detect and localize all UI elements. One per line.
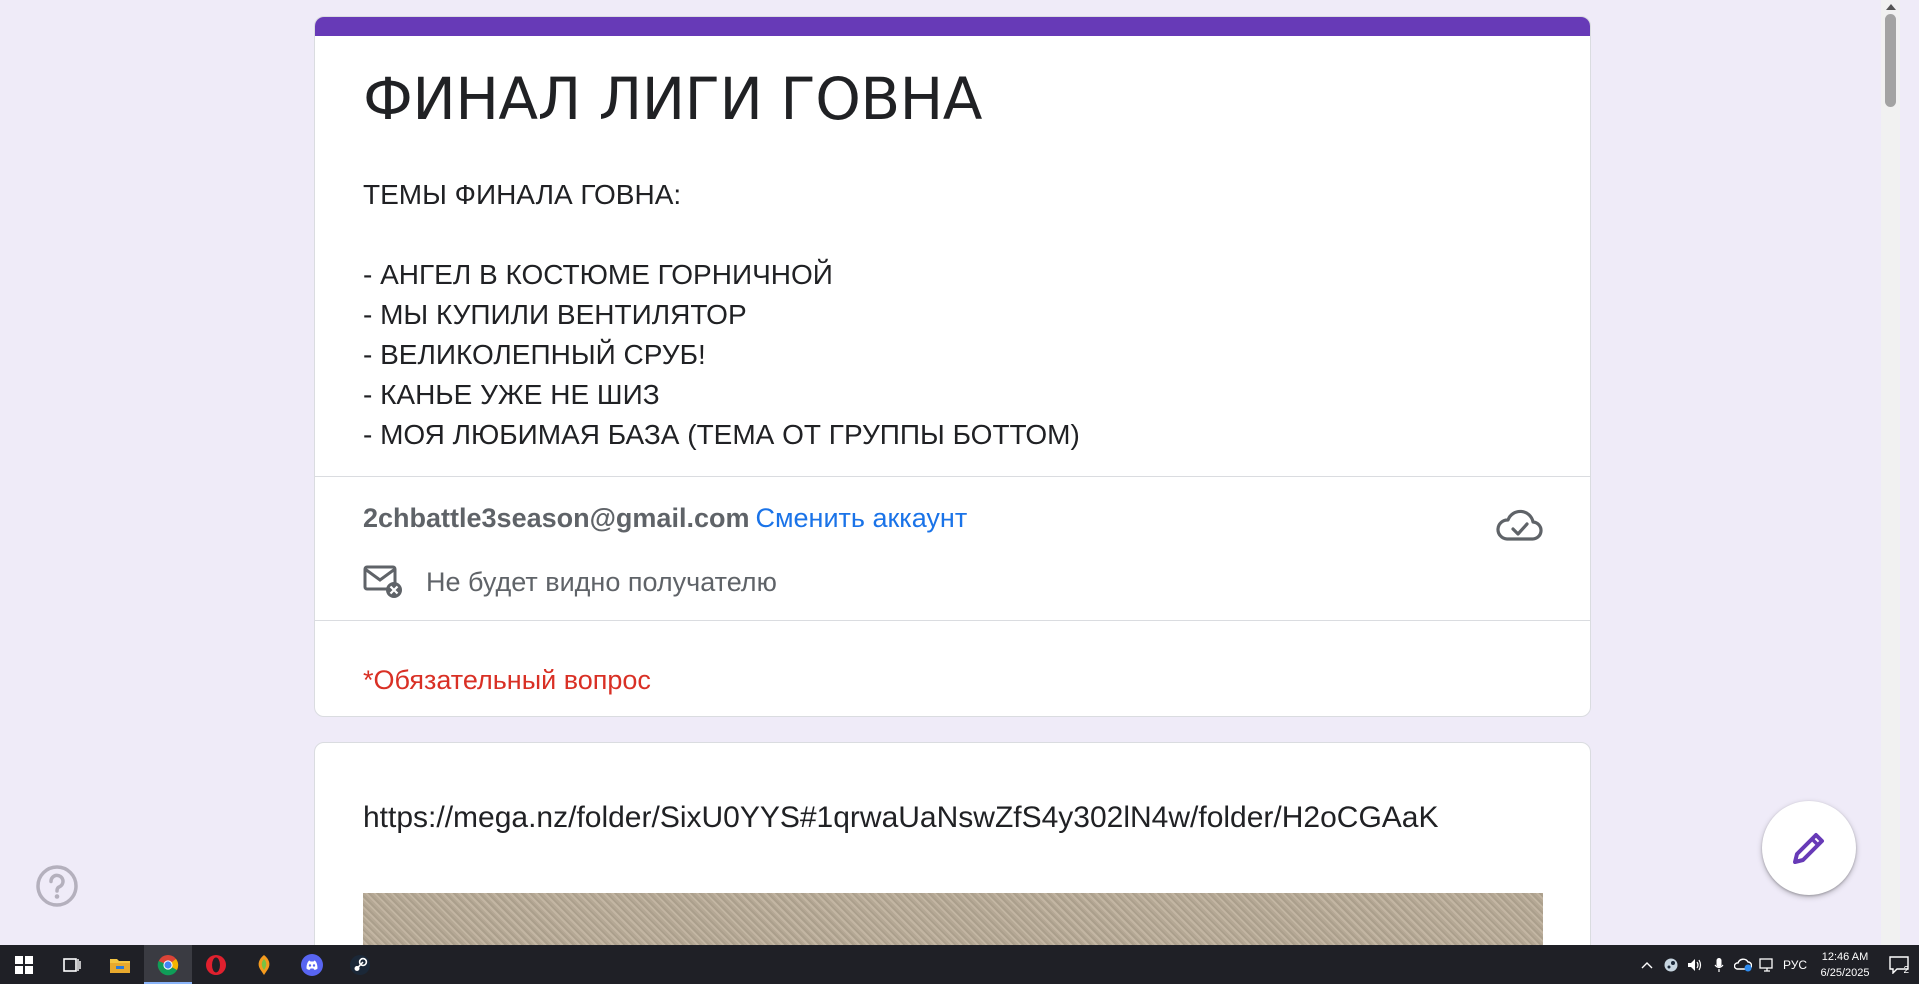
clock-time: 12:46 AM: [1821, 950, 1869, 963]
scroll-thumb[interactable]: [1885, 14, 1896, 107]
description-line: - ВЕЛИКОЛЕПНЫЙ СРУБ!: [363, 339, 706, 370]
chevron-up-icon[interactable]: [1635, 945, 1659, 984]
language-indicator[interactable]: РУС: [1779, 958, 1811, 972]
media-image: [363, 893, 1543, 945]
description-line: - КАНЬЕ УЖЕ НЕ ШИЗ: [363, 379, 660, 410]
system-tray: РУС 12:46 AM 6/25/2025 2: [1635, 945, 1919, 984]
chrome-icon[interactable]: [144, 945, 192, 984]
mega-link-text: https://mega.nz/folder/SixU0YYS#1qrwaUaN…: [363, 801, 1439, 834]
steam-tray-icon[interactable]: [1659, 945, 1683, 984]
windows-start-icon[interactable]: [0, 945, 48, 984]
description-line: - АНГЕЛ В КОСТЮМЕ ГОРНИЧНОЙ: [363, 259, 833, 290]
steam-icon[interactable]: [336, 945, 384, 984]
description-line: [363, 215, 1080, 255]
network-icon[interactable]: [1755, 945, 1779, 984]
onedrive-icon[interactable]: [1731, 945, 1755, 984]
cloud-check-icon: [1496, 509, 1543, 541]
media-card: https://mega.nz/folder/SixU0YYS#1qrwaUaN…: [314, 742, 1591, 945]
page-scrollbar[interactable]: [1881, 0, 1900, 945]
pencil-icon: [1793, 833, 1824, 864]
description-line: ТЕМЫ ФИНАЛА ГОВНА:: [363, 179, 682, 210]
description-line: - МОЯ ЛЮБИМАЯ БАЗА (ТЕМА ОТ ГРУППЫ БОТТО…: [363, 419, 1080, 450]
volume-icon[interactable]: [1683, 945, 1707, 984]
form-title: ФИНАЛ ЛИГИ ГОВНА: [363, 65, 982, 133]
divider: [315, 620, 1590, 621]
switch-account-link[interactable]: Сменить аккаунт: [755, 503, 967, 533]
windows-taskbar: РУС 12:46 AM 6/25/2025 2: [0, 945, 1919, 984]
clock-date: 6/25/2025: [1820, 966, 1870, 979]
account-email: 2chbattle3season@gmail.com: [363, 503, 750, 533]
description-line: - МЫ КУПИЛИ ВЕНТИЛЯТОР: [363, 299, 747, 330]
form-page: ФИНАЛ ЛИГИ ГОВНА ТЕМЫ ФИНАЛА ГОВНА: - АН…: [0, 0, 1900, 945]
mail-hidden-icon: [363, 565, 402, 598]
accent-bar: [315, 17, 1590, 36]
file-explorer-icon[interactable]: [96, 945, 144, 984]
discord-icon[interactable]: [288, 945, 336, 984]
notification-count: 2: [1903, 965, 1909, 976]
microphone-icon[interactable]: [1707, 945, 1731, 984]
fl-studio-icon[interactable]: [240, 945, 288, 984]
scroll-up-arrow[interactable]: [1886, 4, 1896, 10]
notification-center-button[interactable]: 2: [1879, 945, 1919, 984]
required-note: *Обязательный вопрос: [363, 665, 651, 695]
form-description: ТЕМЫ ФИНАЛА ГОВНА: - АНГЕЛ В КОСТЮМЕ ГОР…: [363, 175, 1080, 455]
help-circle-icon[interactable]: [35, 864, 79, 908]
privacy-note: Не будет видно получателю: [426, 567, 777, 597]
edit-response-button[interactable]: [1762, 801, 1856, 895]
opera-icon[interactable]: [192, 945, 240, 984]
system-clock[interactable]: 12:46 AM 6/25/2025: [1811, 949, 1879, 981]
account-row: 2chbattle3season@gmail.com Сменить аккаун…: [363, 503, 967, 534]
task-view-icon[interactable]: [48, 945, 96, 984]
divider: [315, 476, 1590, 477]
form-header-card: ФИНАЛ ЛИГИ ГОВНА ТЕМЫ ФИНАЛА ГОВНА: - АН…: [314, 16, 1591, 717]
